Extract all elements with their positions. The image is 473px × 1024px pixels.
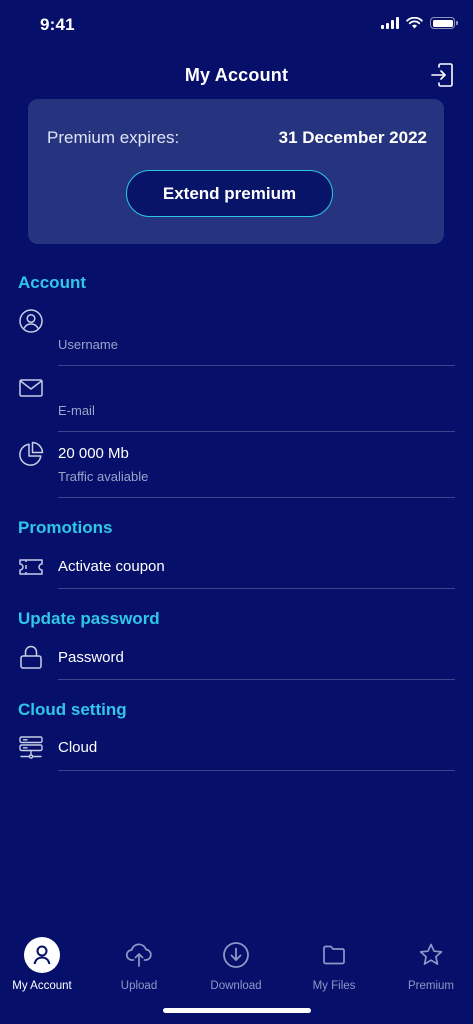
premium-expiry-date: 31 December 2022: [278, 128, 427, 147]
traffic-value: 20 000 Mb: [58, 445, 129, 462]
mail-icon: [19, 379, 43, 397]
divider: [58, 770, 455, 771]
section-title-update-password: Update password: [18, 609, 160, 628]
tab-label: Premium: [407, 980, 454, 992]
folder-icon: [323, 945, 345, 965]
tab-label: Download: [210, 980, 262, 992]
ticket-icon: [19, 559, 43, 575]
user-icon: [19, 309, 43, 333]
divider: [58, 588, 455, 589]
tab-upload[interactable]: Upload: [92, 930, 186, 1000]
status-icons: [381, 17, 458, 29]
section-title-cloud-setting: Cloud setting: [18, 700, 127, 719]
header: My Account: [0, 58, 473, 92]
activate-coupon-row[interactable]: Activate coupon: [0, 550, 473, 590]
traffic-label: Traffic avaliable: [58, 469, 149, 484]
cloud-row[interactable]: Cloud: [0, 731, 473, 771]
divider: [58, 679, 455, 680]
download-icon: [223, 942, 249, 968]
traffic-row[interactable]: 20 000 Mb Traffic avaliable: [0, 438, 473, 498]
section-title-promotions: Promotions: [18, 518, 113, 537]
status-time: 9:41: [40, 15, 75, 34]
divider: [58, 431, 455, 432]
page-title: My Account: [184, 65, 289, 85]
cloud-label: Cloud: [58, 739, 98, 756]
premium-expires-label: Premium expires:: [47, 128, 180, 147]
star-icon: [419, 943, 443, 965]
cellular-signal-icon: [381, 17, 399, 29]
logout-icon[interactable]: [429, 62, 455, 88]
wifi-icon: [406, 17, 423, 29]
email-row[interactable]: E-mail: [0, 372, 473, 432]
lock-icon: [20, 645, 42, 669]
home-indicator: [163, 1008, 311, 1013]
battery-icon: [430, 17, 458, 29]
status-bar: 9:41: [0, 0, 473, 50]
cloud-upload-icon: [125, 943, 152, 967]
tab-label: My Account: [12, 980, 72, 992]
divider: [58, 365, 455, 366]
section-title-account: Account: [18, 273, 86, 292]
username-label: Username: [58, 337, 118, 352]
activate-coupon-label: Activate coupon: [58, 558, 165, 575]
server-icon: [19, 736, 43, 759]
premium-card: Premium expires: 31 December 2022 Extend…: [28, 99, 444, 244]
password-row[interactable]: Password: [0, 641, 473, 681]
tab-download[interactable]: Download: [189, 930, 283, 1000]
user-icon: [24, 937, 60, 973]
tab-label: Upload: [120, 980, 158, 992]
tab-label: My Files: [312, 980, 356, 992]
tab-my-files[interactable]: My Files: [287, 930, 381, 1000]
password-label: Password: [58, 649, 124, 666]
username-row[interactable]: Username: [0, 306, 473, 366]
pie-chart-icon: [19, 441, 44, 466]
email-label: E-mail: [58, 403, 95, 418]
tab-premium[interactable]: Premium: [384, 930, 473, 1000]
divider: [58, 497, 455, 498]
extend-premium-button[interactable]: Extend premium: [126, 170, 333, 217]
tab-my-account[interactable]: My Account: [0, 930, 89, 1000]
